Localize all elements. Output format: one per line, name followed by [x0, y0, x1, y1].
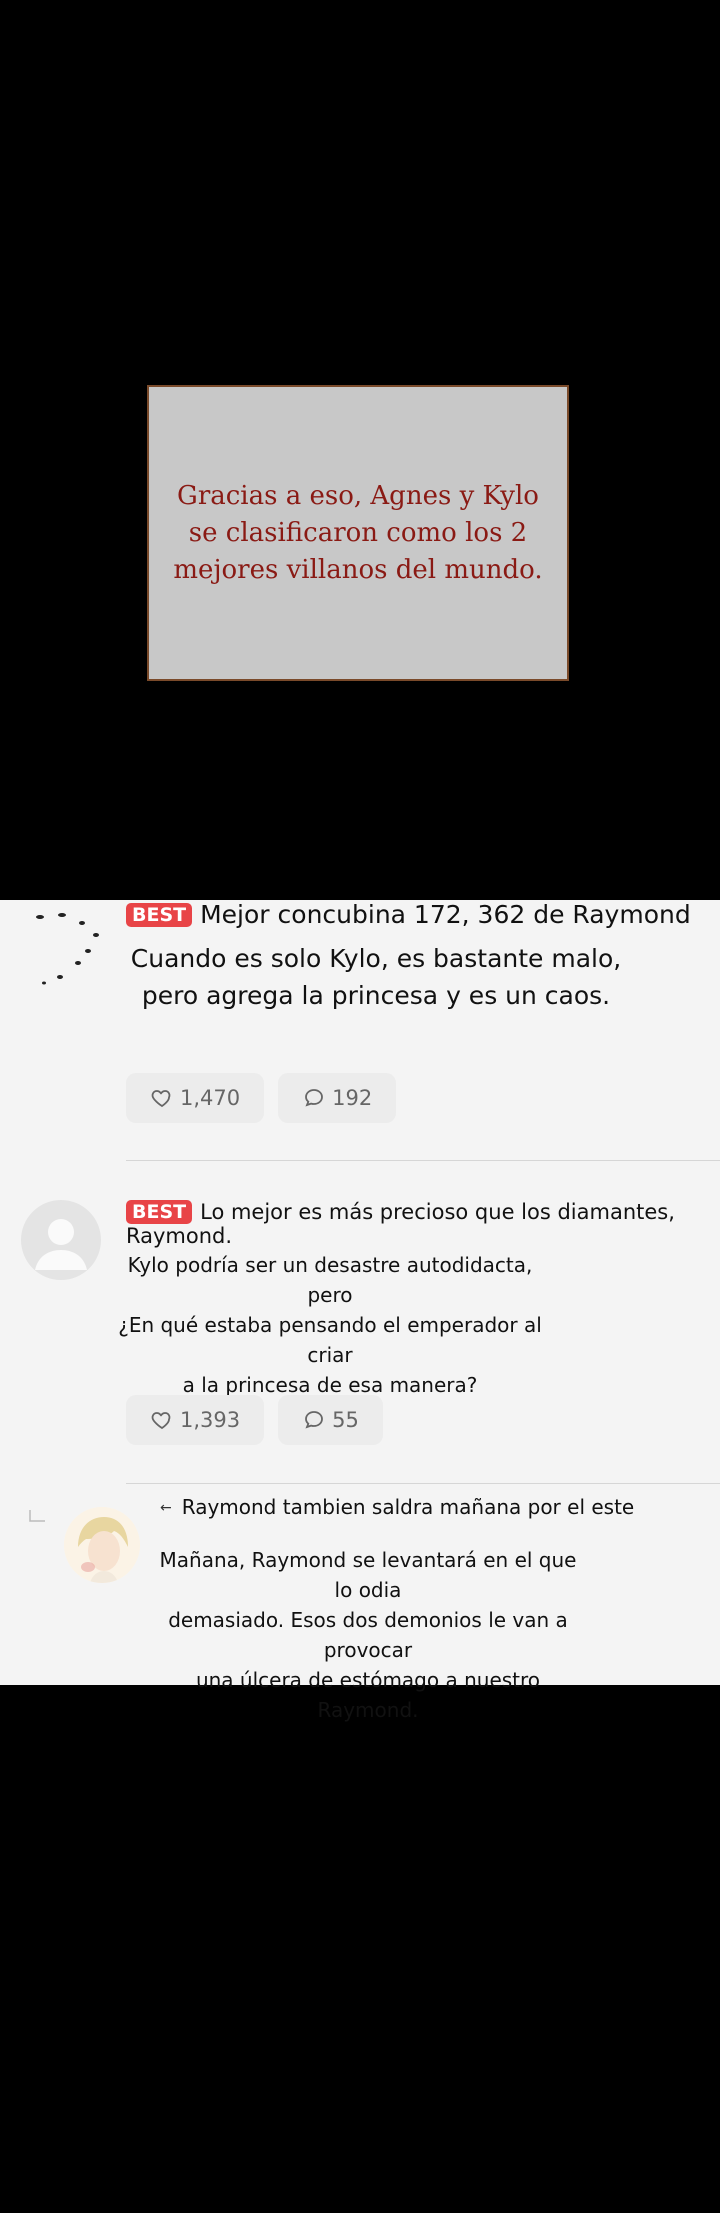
- avatar: [21, 1200, 101, 1280]
- speech-bubble-icon: [305, 1411, 324, 1429]
- reply-count: 192: [332, 1086, 373, 1110]
- narration-box: Gracias a eso, Agnes y Kylo se clasifica…: [147, 385, 569, 681]
- comment-body: Cuando es solo Kylo, es bastante malo, p…: [130, 944, 622, 1010]
- reply-button[interactable]: 192: [278, 1073, 397, 1123]
- user-placeholder-icon: [35, 1219, 87, 1270]
- reply-count: 55: [332, 1408, 359, 1432]
- best-badge: BEST: [126, 902, 193, 927]
- ants-avatar-icon: [36, 913, 99, 985]
- like-button[interactable]: 1,470: [126, 1073, 265, 1123]
- comment-body: Mañana, Raymond se levantará en el que l…: [159, 1548, 577, 1722]
- avatar: [64, 1507, 140, 1583]
- best-badge: BEST: [126, 1200, 193, 1224]
- character-avatar-icon: [64, 1507, 140, 1583]
- comment-title: Mejor concubina 172, 362 de Raymond: [200, 900, 691, 929]
- narration-text: Gracias a eso, Agnes y Kylo se clasifica…: [173, 480, 543, 585]
- reply-corner-icon: [29, 1510, 45, 1522]
- comment-body: Kylo podría ser un desastre autodidacta,…: [118, 1253, 542, 1397]
- reply-button[interactable]: 55: [278, 1395, 383, 1445]
- like-count: 1,470: [180, 1086, 241, 1110]
- speech-bubble-icon: [305, 1089, 324, 1107]
- like-button[interactable]: 1,393: [126, 1395, 265, 1445]
- comment-divider: [126, 1483, 720, 1484]
- like-count: 1,393: [180, 1408, 241, 1432]
- heart-icon: [151, 1090, 171, 1108]
- heart-icon: [151, 1412, 171, 1430]
- comment-title: Lo mejor es más precioso que los diamant…: [126, 1200, 675, 1248]
- comments-section: BEST Mejor concubina 172, 362 de Raymond …: [0, 900, 720, 1722]
- arrow-left-icon: ←: [160, 1499, 172, 1516]
- comment-title: Raymond tambien saldra mañana por el est…: [181, 1495, 635, 1519]
- comment-divider: [126, 1160, 720, 1161]
